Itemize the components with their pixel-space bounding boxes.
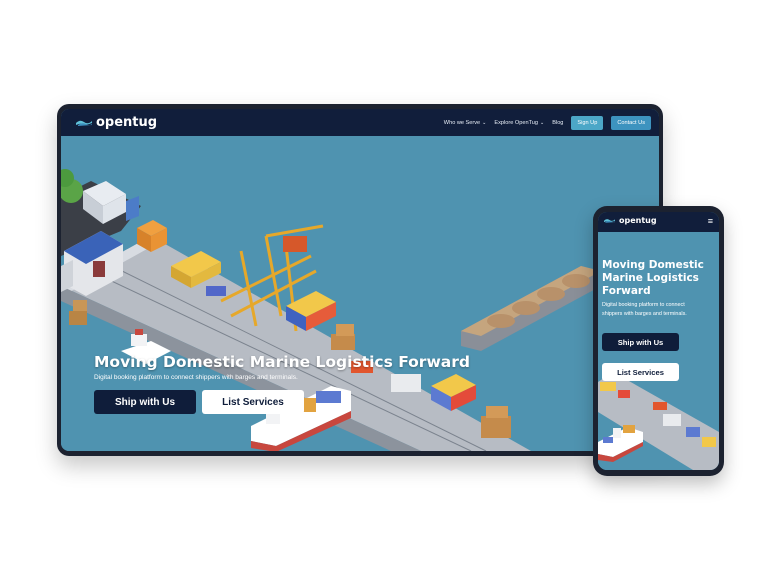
brand-name: opentug xyxy=(96,115,158,130)
desktop-screen: opentug Who we Serve ⌄ Explore OpenTug ⌄ B… xyxy=(61,109,659,451)
mobile-hero-title: Moving Domestic Marine Logistics Forward xyxy=(602,259,704,297)
nav-who-we-serve[interactable]: Who we Serve ⌄ xyxy=(444,120,487,126)
mobile-ship-with-us-button[interactable]: Ship with Us xyxy=(602,333,679,351)
mobile-device-frame: opentug ≡ Moving Domestic Marine Logisti… xyxy=(593,206,724,476)
nav-who-we-serve-label: Who we Serve xyxy=(443,119,481,126)
nav-menu: Who we Serve ⌄ Explore OpenTug ⌄ Blog Sign… xyxy=(444,109,651,136)
mobile-list-services-button[interactable]: List Services xyxy=(602,363,679,381)
mobile-navigation-bar: opentug ≡ xyxy=(598,212,719,232)
contact-us-button[interactable]: Contact Us xyxy=(611,115,651,130)
opentug-logo-icon xyxy=(604,216,615,225)
chevron-down-icon: ⌄ xyxy=(540,119,545,126)
top-navigation-bar: opentug Who we Serve ⌄ Explore OpenTug ⌄ B… xyxy=(61,109,659,136)
hamburger-menu-icon[interactable]: ≡ xyxy=(708,217,713,226)
brand-logo[interactable]: opentug xyxy=(76,115,157,130)
opentug-logo-icon xyxy=(76,115,92,130)
ship-with-us-button[interactable]: Ship with Us xyxy=(94,390,196,414)
desktop-device-frame: opentug Who we Serve ⌄ Explore OpenTug ⌄ B… xyxy=(57,104,663,456)
nav-blog[interactable]: Blog xyxy=(552,120,563,126)
signup-button[interactable]: Sign Up xyxy=(571,115,604,130)
mobile-brand-logo[interactable]: opentug xyxy=(604,216,657,225)
hero-subtitle: Digital booking platform to connect ship… xyxy=(94,374,298,381)
mobile-screen: opentug ≡ Moving Domestic Marine Logisti… xyxy=(598,212,719,470)
list-services-button[interactable]: List Services xyxy=(202,390,304,414)
chevron-down-icon: ⌄ xyxy=(482,119,487,126)
mobile-hero-subtitle: Digital booking platform to connect ship… xyxy=(602,302,687,317)
nav-explore-opentug[interactable]: Explore OpenTug ⌄ xyxy=(494,120,544,126)
nav-explore-label: Explore OpenTug xyxy=(494,119,539,126)
mobile-brand-name: opentug xyxy=(619,216,657,225)
hero-title: Moving Domestic Marine Logistics Forward xyxy=(94,353,470,371)
